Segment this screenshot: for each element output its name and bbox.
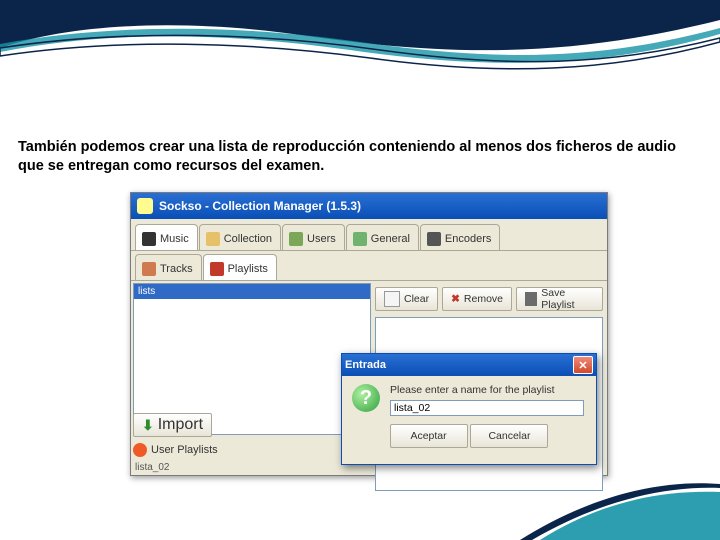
user-playlists-icon xyxy=(133,443,147,457)
tab-playlists-label: Playlists xyxy=(228,263,268,275)
gear-icon xyxy=(353,232,367,246)
cancel-button[interactable]: Cancelar xyxy=(470,424,548,448)
app-window: Sockso - Collection Manager (1.5.3) Musi… xyxy=(130,192,608,476)
dialog-title: Entrada xyxy=(345,359,386,371)
tab-music-label: Music xyxy=(160,233,189,245)
question-icon: ? xyxy=(352,384,380,412)
import-icon: ⬇ xyxy=(142,417,154,434)
import-button[interactable]: ⬇ Import xyxy=(133,413,212,437)
clear-label: Clear xyxy=(404,293,429,305)
user-playlists-label[interactable]: User Playlists xyxy=(133,443,218,457)
tab-general-label: General xyxy=(371,233,410,245)
app-icon xyxy=(137,198,153,214)
save-playlist-button[interactable]: Save Playlist xyxy=(516,287,603,311)
tab-collection-label: Collection xyxy=(224,233,272,245)
tab-tracks-label: Tracks xyxy=(160,263,193,275)
tab-music[interactable]: Music xyxy=(135,224,198,250)
tab-tracks[interactable]: Tracks xyxy=(135,254,202,280)
playlist-name-input[interactable] xyxy=(390,400,584,416)
clear-icon xyxy=(384,291,400,307)
accept-button[interactable]: Aceptar xyxy=(390,424,468,448)
encoder-icon xyxy=(427,232,441,246)
tab-general[interactable]: General xyxy=(346,224,419,250)
close-button[interactable]: ✕ xyxy=(573,356,593,374)
playlist-item[interactable]: lista_02 xyxy=(135,462,169,473)
input-dialog: Entrada ✕ ? Please enter a name for the … xyxy=(341,353,597,465)
window-titlebar[interactable]: Sockso - Collection Manager (1.5.3) xyxy=(131,193,607,219)
wave-decoration xyxy=(0,0,720,90)
remove-button[interactable]: ✖ Remove xyxy=(442,287,512,311)
playlist-toolbar: Clear ✖ Remove Save Playlist xyxy=(375,285,603,313)
tab-encoders-label: Encoders xyxy=(445,233,491,245)
playlists-icon xyxy=(210,262,224,276)
tab-encoders[interactable]: Encoders xyxy=(420,224,500,250)
save-label: Save Playlist xyxy=(541,287,594,311)
dialog-message: Please enter a name for the playlist xyxy=(352,384,586,396)
save-icon xyxy=(525,292,537,306)
slide-description: También podemos crear una lista de repro… xyxy=(18,138,678,176)
tab-playlists[interactable]: Playlists xyxy=(203,254,277,280)
tab-users-label: Users xyxy=(307,233,336,245)
tab-users[interactable]: Users xyxy=(282,224,345,250)
sub-tab-row: Tracks Playlists xyxy=(131,251,607,281)
users-icon xyxy=(289,232,303,246)
remove-label: Remove xyxy=(464,293,503,305)
window-title: Sockso - Collection Manager (1.5.3) xyxy=(159,199,361,213)
clear-button[interactable]: Clear xyxy=(375,287,438,311)
left-pane-header: lists xyxy=(134,284,370,299)
folder-icon xyxy=(206,232,220,246)
headphones-icon xyxy=(142,232,156,246)
tracks-icon xyxy=(142,262,156,276)
tab-collection[interactable]: Collection xyxy=(199,224,281,250)
import-label: Import xyxy=(158,416,203,434)
remove-icon: ✖ xyxy=(451,293,460,305)
dialog-titlebar[interactable]: Entrada ✕ xyxy=(342,354,596,376)
main-tab-row: Music Collection Users General Encoders xyxy=(131,219,607,251)
